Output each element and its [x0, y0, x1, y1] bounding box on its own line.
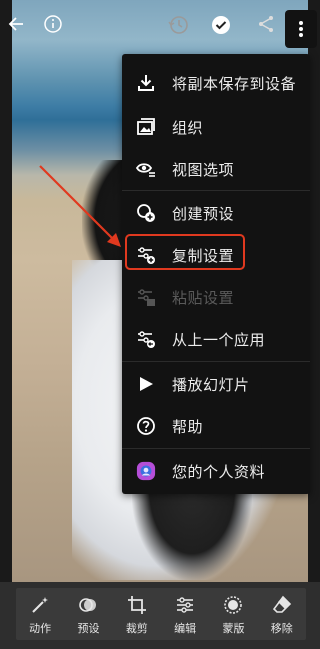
tool-actions[interactable]: 动作 [16, 588, 64, 640]
tool-masking[interactable]: 蒙版 [209, 588, 257, 640]
presets-icon [78, 595, 98, 615]
tool-presets[interactable]: 预设 [64, 588, 112, 640]
photo-editor-screen: 将副本保存到设备 组织 视图选项 创建预设 复制设置 粘贴设置 从上一个应用 播… [0, 0, 320, 649]
tool-label: 移除 [270, 622, 293, 635]
tool-label: 裁剪 [125, 622, 148, 635]
annotation-arrow [39, 165, 121, 247]
mask-icon [223, 595, 243, 615]
bottom-toolbar: 动作 预设 裁剪 编辑 蒙版 移除 [0, 582, 320, 649]
tool-edit[interactable]: 编辑 [161, 588, 209, 640]
tool-label: 蒙版 [222, 622, 245, 635]
crop-icon [127, 595, 147, 615]
eraser-icon [272, 595, 292, 615]
tool-remove[interactable]: 移除 [258, 588, 306, 640]
tool-label: 动作 [29, 622, 52, 635]
tool-crop[interactable]: 裁剪 [113, 588, 161, 640]
tool-label: 预设 [77, 622, 100, 635]
sliders-icon [175, 595, 195, 615]
magic-wand-icon [30, 595, 50, 615]
tool-label: 编辑 [174, 622, 197, 635]
